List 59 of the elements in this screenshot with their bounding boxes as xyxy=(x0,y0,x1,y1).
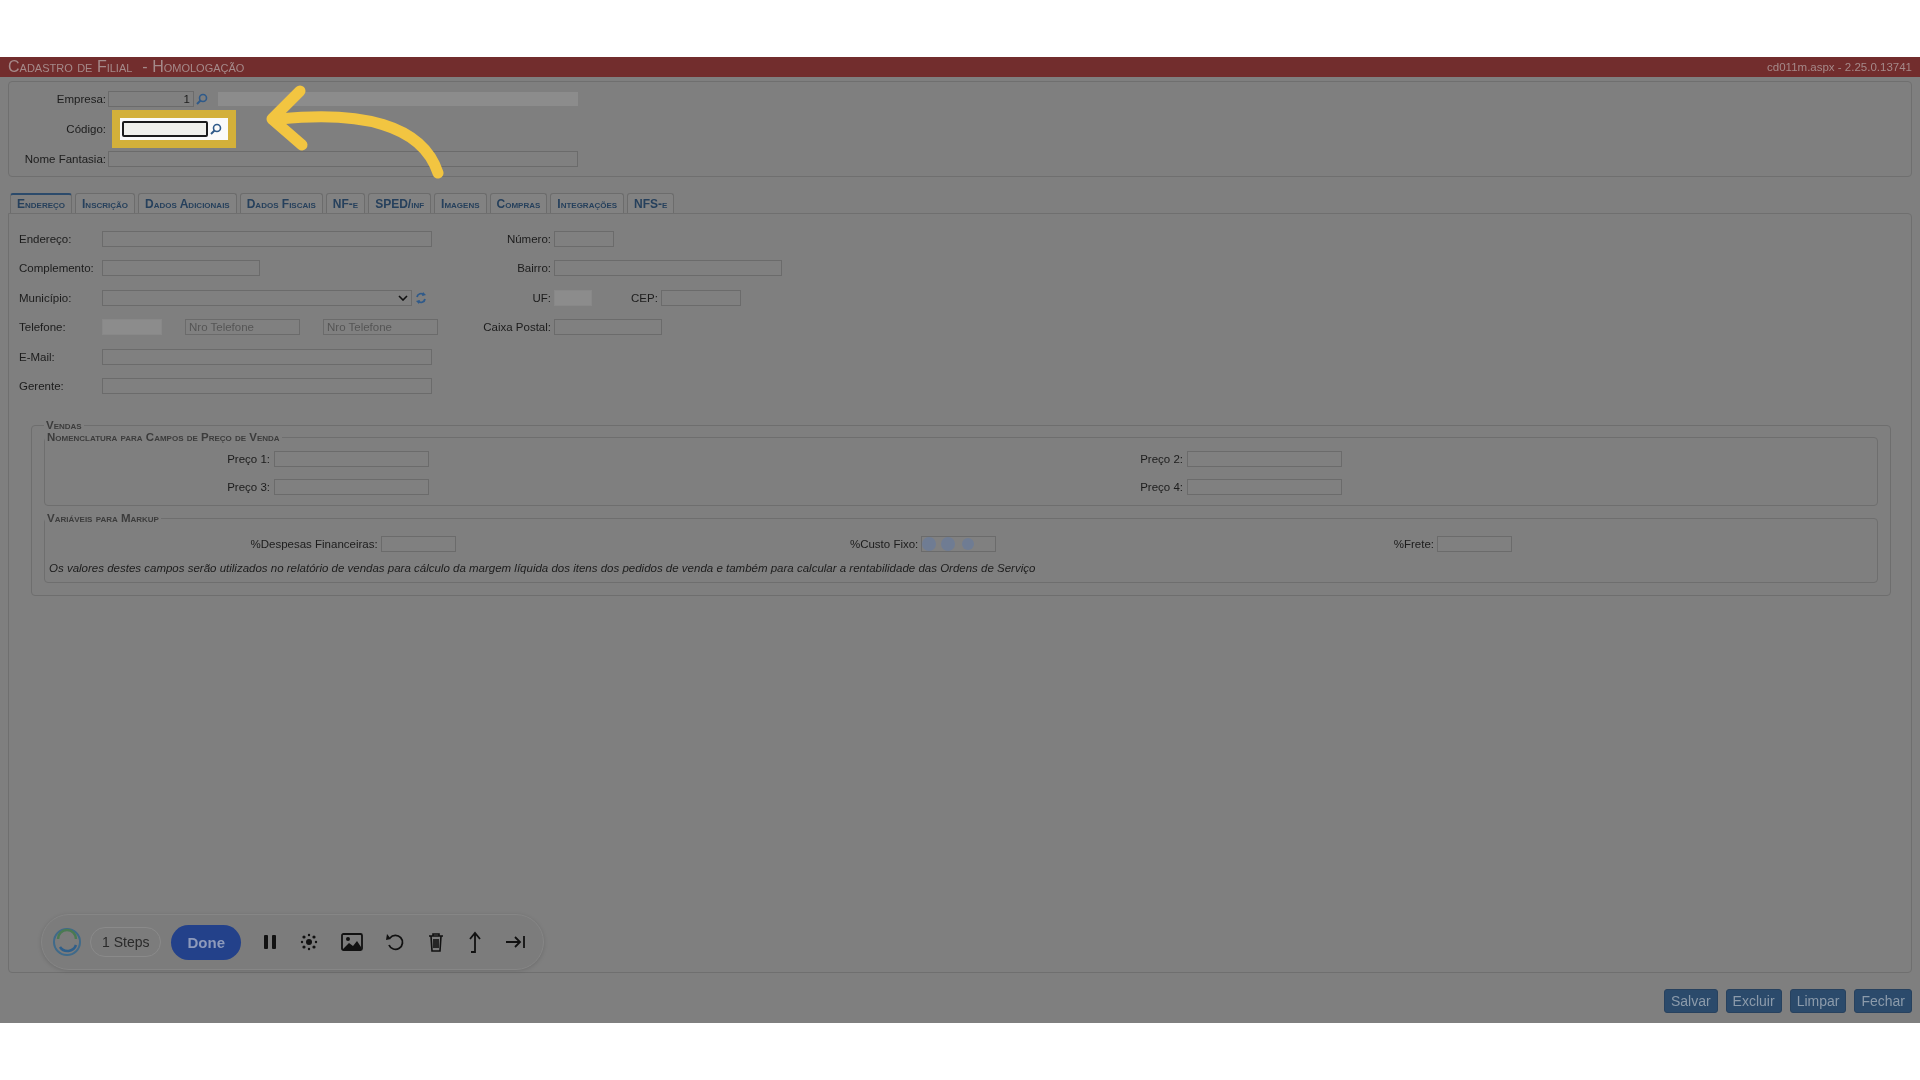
action-button[interactable]: Fechar xyxy=(1854,989,1912,1013)
tab[interactable]: Dados Adicionais xyxy=(138,193,237,213)
field-label: Bairro: xyxy=(516,262,551,275)
field-label: E-Mail: xyxy=(18,350,56,363)
field-label: Empresa: xyxy=(55,93,107,105)
environment-label: - Homologação xyxy=(142,58,245,76)
field-label: %Despesas Financeiras: xyxy=(250,538,378,550)
swirl-logo-icon[interactable] xyxy=(52,927,82,957)
field-label: Preço 3: xyxy=(226,481,270,493)
refresh-icon[interactable] xyxy=(415,290,427,305)
action-button[interactable]: Limpar xyxy=(1789,989,1847,1013)
tab[interactable]: NFS-e xyxy=(627,193,675,213)
tab[interactable]: NF-e xyxy=(325,193,366,213)
fieldset-legend: Variáveis para Markup xyxy=(45,512,161,524)
image-icon[interactable] xyxy=(341,933,363,951)
tab[interactable]: SPED/inf xyxy=(368,193,432,213)
fieldset-legend: Nomenclatura para Campos de Preço de Venda xyxy=(45,431,282,443)
skip-to-end-icon[interactable] xyxy=(505,934,527,950)
fieldset-legend: Vendas xyxy=(44,419,84,431)
version-label: cd011m.aspx - 2.25.0.13741 xyxy=(1767,61,1912,73)
field-label: UF: xyxy=(531,291,551,304)
tab[interactable]: Integrações xyxy=(550,193,625,213)
field-label: Número: xyxy=(505,232,551,245)
field-label: Preço 4: xyxy=(1139,481,1183,493)
caret-icon xyxy=(398,294,408,301)
field-label: Telefone: xyxy=(18,321,67,334)
trash-icon[interactable] xyxy=(427,932,445,952)
field-label: Nome Fantasia: xyxy=(23,153,107,165)
tab[interactable]: Endereço xyxy=(10,193,72,213)
tab[interactable]: Compras xyxy=(489,193,548,213)
tab[interactable]: Dados Fiscais xyxy=(239,193,323,213)
field-label: Gerente: xyxy=(18,380,65,393)
window-title: Cadastro de Filial xyxy=(8,58,133,76)
field-label: CEP: xyxy=(631,291,658,304)
search-icon[interactable] xyxy=(210,123,222,135)
tab[interactable]: Inscrição xyxy=(75,193,136,213)
field-label: Código: xyxy=(65,123,107,135)
tab[interactable]: Imagens xyxy=(434,193,487,213)
field-label: Complemento: xyxy=(18,262,95,275)
field-label: %Custo Fixo: xyxy=(849,538,919,550)
pause-icon[interactable] xyxy=(263,934,277,950)
note-text: Os valores destes campos serão utilizados no relatório de vendas para cálculo da margem líquida dos itens dos pedidos de venda e também para calcular a rentabilidade das Ordens de Serviço xyxy=(49,562,1037,574)
input-field[interactable] xyxy=(122,121,208,137)
field-label: Endereço: xyxy=(18,232,73,245)
action-button[interactable]: Salvar xyxy=(1663,989,1718,1013)
action-button[interactable]: Excluir xyxy=(1725,989,1782,1013)
undo-icon[interactable] xyxy=(385,932,405,952)
input-field[interactable] xyxy=(108,151,578,167)
field-label: Preço 2: xyxy=(1139,453,1183,465)
input-field[interactable]: 1 xyxy=(108,91,194,107)
done-button[interactable]: Done xyxy=(171,924,241,960)
field-label: Preço 1: xyxy=(226,453,270,465)
input-field[interactable] xyxy=(921,536,997,552)
field-label: Caixa Postal: xyxy=(482,321,551,334)
dither-icon[interactable] xyxy=(299,932,319,952)
branch-arrow-icon[interactable] xyxy=(467,931,483,953)
field-label: Município: xyxy=(18,291,73,304)
dropdown[interactable] xyxy=(102,289,412,306)
field-label: %Frete: xyxy=(1393,538,1434,550)
